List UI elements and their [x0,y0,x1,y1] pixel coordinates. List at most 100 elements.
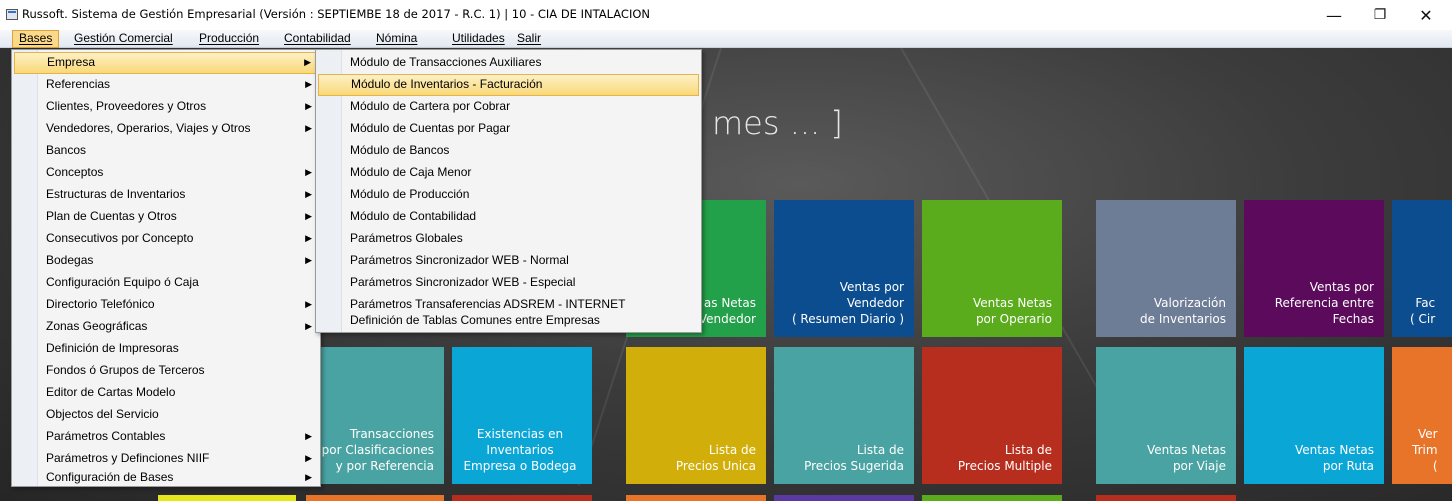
menu-item-referencias[interactable]: Referencias ▶ [14,74,318,96]
menu-item-label: Fondos ó Grupos de Terceros [46,363,205,377]
submenu-arrow-icon: ▶ [305,453,312,463]
menu-item-fondos-terceros[interactable]: Fondos ó Grupos de Terceros [14,360,318,382]
menu-item-bancos[interactable]: Bancos [14,140,318,162]
tile-ventas-por-vendedor[interactable]: Ventas por Vendedor ( Resumen Diario ) [774,200,914,337]
tile-bottom-yellow[interactable] [158,495,296,501]
bases-dropdown: Empresa ▶ Referencias ▶ Clientes, Proveedo… [11,49,321,487]
menu-item-label: Parámetros Contables [46,429,166,443]
menu-item-estructuras-inventarios[interactable]: Estructuras de Inventarios ▶ [14,184,318,206]
window-title: Russoft. Sistema de Gestión Empresarial … [22,7,651,21]
close-button[interactable]: ✕ [1403,0,1449,30]
menu-item-label: Directorio Telefónico [46,297,155,311]
minimize-button[interactable]: — [1311,0,1357,30]
tile-ventas-netas-viaje[interactable]: Ventas Netas por Viaje [1096,347,1236,484]
submenu-item-inventarios-facturacion[interactable]: Módulo de Inventarios - Facturación [318,74,699,96]
submenu-item-caja-menor[interactable]: Módulo de Caja Menor [318,162,699,184]
submenu-item-tablas-comunes[interactable]: Definición de Tablas Comunes entre Empre… [318,312,699,330]
submenu-item-sincronizador-normal[interactable]: Parámetros Sincronizador WEB - Normal [318,250,699,272]
submenu-arrow-icon: ▶ [305,101,312,111]
submenu-arrow-icon: ▶ [305,233,312,243]
menu-item-label: Editor de Cartas Modelo [46,385,176,399]
menu-item-label: Bancos [46,143,87,157]
submenu-item-transacciones-auxiliares[interactable]: Módulo de Transacciones Auxiliares [318,52,699,74]
submenu-arrow-icon: ▶ [305,321,312,331]
menu-item-label: Consecutivos por Concepto [46,231,194,245]
menu-item-clientes[interactable]: Clientes, Proveedores y Otros ▶ [14,96,318,118]
menu-item-label: Objectos del Servicio [46,407,159,421]
tile-transacciones-clasificaciones[interactable]: Transacciones por Clasificaciones y por … [306,347,444,484]
submenu-item-cuentas-pagar[interactable]: Módulo de Cuentas por Pagar [318,118,699,140]
menu-item-label: Referencias [46,77,111,91]
tile-bottom-red[interactable] [452,495,592,501]
dashboard-title: mes ... ] [712,104,843,142]
menu-item-impresoras[interactable]: Definición de Impresoras [14,338,318,360]
menu-item-label: Empresa [47,55,96,69]
menu-item-label: Bodegas [46,253,94,267]
menu-item-objectos-servicio[interactable]: Objectos del Servicio [14,404,318,426]
menu-item-bodegas[interactable]: Bodegas ▶ [14,250,318,272]
submenu-arrow-icon: ▶ [304,57,311,67]
submenu-arrow-icon: ▶ [305,472,312,482]
menu-item-label: Definición de Impresoras [46,341,179,355]
submenu-arrow-icon: ▶ [305,211,312,221]
menu-item-label: Parámetros y Definciones NIIF [46,451,210,465]
tile-existencias-inventarios[interactable]: Existencias en Inventarios Empresa o Bod… [452,347,592,484]
tile-bottom-red-2[interactable] [1096,495,1236,501]
menu-item-parametros-niif[interactable]: Parámetros y Definciones NIIF ▶ [14,448,318,470]
menu-item-consecutivos[interactable]: Consecutivos por Concepto ▶ [14,228,318,250]
menu-salir[interactable]: Salir [511,30,547,48]
submenu-arrow-icon: ▶ [305,255,312,265]
menu-nomina[interactable]: Nómina [370,30,423,48]
menu-item-plan-cuentas[interactable]: Plan de Cuentas y Otros ▶ [14,206,318,228]
menu-item-zonas-geograficas[interactable]: Zonas Geográficas ▶ [14,316,318,338]
menu-item-directorio-telefonico[interactable]: Directorio Telefónico ▶ [14,294,318,316]
tile-ventas-netas-ruta[interactable]: Ventas Netas por Ruta [1244,347,1384,484]
menu-item-label: Configuración de Bases [46,470,174,484]
tile-lista-precios-unica[interactable]: Lista de Precios Unica [626,347,766,484]
menu-gestion-comercial[interactable]: Gestión Comercial [68,30,179,48]
menu-utilidades[interactable]: Utilidades [446,30,511,48]
tile-ventas-trimestre-partial[interactable]: Ver Trim ( [1392,347,1452,484]
menu-item-label: Clientes, Proveedores y Otros [46,99,207,113]
submenu-item-sincronizador-especial[interactable]: Parámetros Sincronizador WEB - Especial [318,272,699,294]
menu-item-vendedores[interactable]: Vendedores, Operarios, Viajes y Otros ▶ [14,118,318,140]
submenu-item-parametros-globales[interactable]: Parámetros Globales [318,228,699,250]
empresa-submenu: Módulo de Transacciones Auxiliares Módul… [315,49,702,333]
tile-bottom-orange-2[interactable] [626,495,766,501]
app-icon [6,9,18,20]
tile-lista-precios-multiple[interactable]: Lista de Precios Multiple [922,347,1062,484]
tile-ventas-netas-operario[interactable]: Ventas Netas por Operario [922,200,1062,337]
submenu-arrow-icon: ▶ [305,189,312,199]
maximize-button[interactable]: ❐ [1357,0,1403,30]
submenu-arrow-icon: ▶ [305,431,312,441]
submenu-item-contabilidad[interactable]: Módulo de Contabilidad [318,206,699,228]
submenu-item-produccion[interactable]: Módulo de Producción [318,184,699,206]
submenu-item-bancos[interactable]: Módulo de Bancos [318,140,699,162]
menu-item-label: Plan de Cuentas y Otros [46,209,177,223]
menu-item-configuracion-equipo[interactable]: Configuración Equipo ó Caja [14,272,318,294]
tile-bottom-orange[interactable] [306,495,444,501]
tile-valorizacion-inventarios[interactable]: Valorización de Inventarios [1096,200,1236,337]
menu-item-configuracion-bases[interactable]: Configuración de Bases ▶ [14,470,318,486]
tile-facturacion-partial[interactable]: Fac ( Cir [1392,200,1452,337]
submenu-item-cartera-cobrar[interactable]: Módulo de Cartera por Cobrar [318,96,699,118]
tile-lista-precios-sugerida[interactable]: Lista de Precios Sugerida [774,347,914,484]
menu-item-label: Zonas Geográficas [46,319,148,333]
title-bar: Russoft. Sistema de Gestión Empresarial … [0,0,1452,30]
menu-item-editor-cartas[interactable]: Editor de Cartas Modelo [14,382,318,404]
menu-item-parametros-contables[interactable]: Parámetros Contables ▶ [14,426,318,448]
menu-contabilidad[interactable]: Contabilidad [278,30,357,48]
submenu-arrow-icon: ▶ [305,299,312,309]
menu-item-empresa[interactable]: Empresa ▶ [14,52,318,74]
tile-bottom-green[interactable] [922,495,1062,501]
menu-produccion[interactable]: Producción [193,30,265,48]
menu-item-label: Estructuras de Inventarios [46,187,186,201]
menu-bases[interactable]: Bases [12,30,60,48]
tile-bottom-purple[interactable] [774,495,914,501]
menu-item-conceptos[interactable]: Conceptos ▶ [14,162,318,184]
tile-ventas-referencia-fechas[interactable]: Ventas por Referencia entre Fechas [1244,200,1384,337]
submenu-arrow-icon: ▶ [305,79,312,89]
menu-item-label: Configuración Equipo ó Caja [46,275,199,289]
submenu-arrow-icon: ▶ [305,167,312,177]
submenu-arrow-icon: ▶ [305,123,312,133]
